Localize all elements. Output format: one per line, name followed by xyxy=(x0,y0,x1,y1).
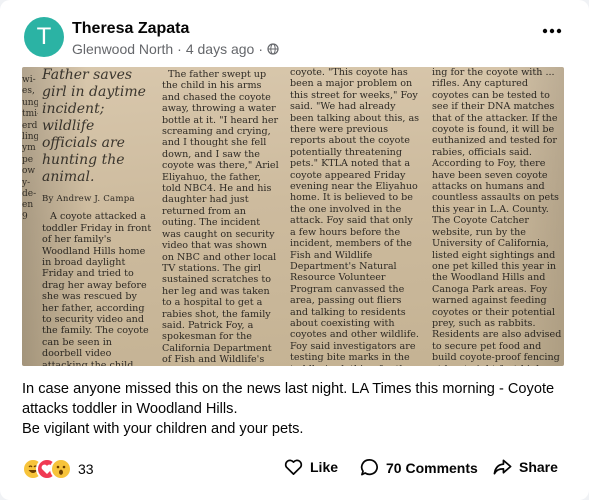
clipping-text: A coyote attacked a toddler Friday in fr… xyxy=(42,211,152,366)
clipping-fragment-line: ym xyxy=(22,143,36,154)
clipping-fragment-line: wi- xyxy=(22,75,36,85)
caption-line: Be vigilant with your children and your … xyxy=(22,421,304,437)
clipping-column-3: coyote. "This coyote has been a major pr… xyxy=(290,67,420,366)
post-card: T Theresa Zapata Glenwood North · 4 days… xyxy=(0,0,589,500)
comments-label: 70 Comments xyxy=(386,459,478,476)
avatar[interactable]: T xyxy=(24,17,64,57)
clipping-fragment-line: en xyxy=(22,200,34,211)
meta-separator: · xyxy=(177,41,182,57)
clipping-fragment-line: de- xyxy=(22,189,37,200)
like-label: Like xyxy=(310,459,339,475)
comments-button[interactable]: 70 Comments xyxy=(360,458,478,477)
clipping-fragment-line: y- xyxy=(22,177,31,188)
author-name[interactable]: Theresa Zapata xyxy=(72,20,189,38)
clipping-column-1: Father saves girl in daytime incident; w… xyxy=(42,67,152,366)
share-icon xyxy=(493,459,512,475)
wow-emoji-icon xyxy=(50,458,72,480)
clipping-fragment-line: es, xyxy=(22,86,35,97)
clipping-column-4: ing for the coyote with ... rifles. Any … xyxy=(432,67,564,366)
location-link[interactable]: Glenwood North xyxy=(72,41,173,57)
clipping-fragment-line: tmi- xyxy=(22,109,38,120)
clipping-fragment-line: ow xyxy=(22,166,36,177)
post-time[interactable]: 4 days ago xyxy=(186,41,255,57)
more-options-icon[interactable] xyxy=(540,22,564,40)
clipping-left-fragment: wi-es,ungtmi-erdlingympeowy-de-en9 xyxy=(22,75,38,223)
clipping-text: The father swept up the child in his arm… xyxy=(162,69,279,366)
clipping-text: coyote. "This coyote has been a major pr… xyxy=(290,67,420,366)
clipping-fragment-line: 9 xyxy=(22,211,28,222)
clipping-column-2: The father swept up the child in his arm… xyxy=(162,69,280,366)
meta-separator: · xyxy=(258,41,264,57)
clipping-text: ing for the coyote with ... rifles. Any … xyxy=(432,67,562,366)
reactions-summary[interactable]: 33 xyxy=(22,457,94,481)
post-caption: In case anyone missed this on the news l… xyxy=(22,379,567,439)
heart-icon xyxy=(284,459,303,475)
share-button[interactable]: Share xyxy=(493,458,558,476)
comment-icon xyxy=(360,459,378,476)
newspaper-photo[interactable]: wi-es,ungtmi-erdlingympeowy-de-en9 Fathe… xyxy=(22,67,564,366)
globe-icon xyxy=(267,43,279,55)
clipping-fragment-line: ling xyxy=(22,132,38,143)
share-label: Share xyxy=(519,459,558,475)
caption-line: In case anyone missed this on the news l… xyxy=(22,381,555,417)
clipping-byline: By Andrew J. Campa xyxy=(42,194,135,204)
like-button[interactable]: Like xyxy=(284,458,338,476)
clipping-headline: Father saves girl in daytime incident; w… xyxy=(42,67,146,185)
reaction-count[interactable]: 33 xyxy=(78,461,94,477)
post-meta: Glenwood North · 4 days ago · xyxy=(72,41,279,57)
clipping-fragment-line: ung xyxy=(22,97,38,108)
clipping-fragment-line: pe xyxy=(22,154,34,165)
clipping-fragment-line: erd xyxy=(22,120,38,131)
